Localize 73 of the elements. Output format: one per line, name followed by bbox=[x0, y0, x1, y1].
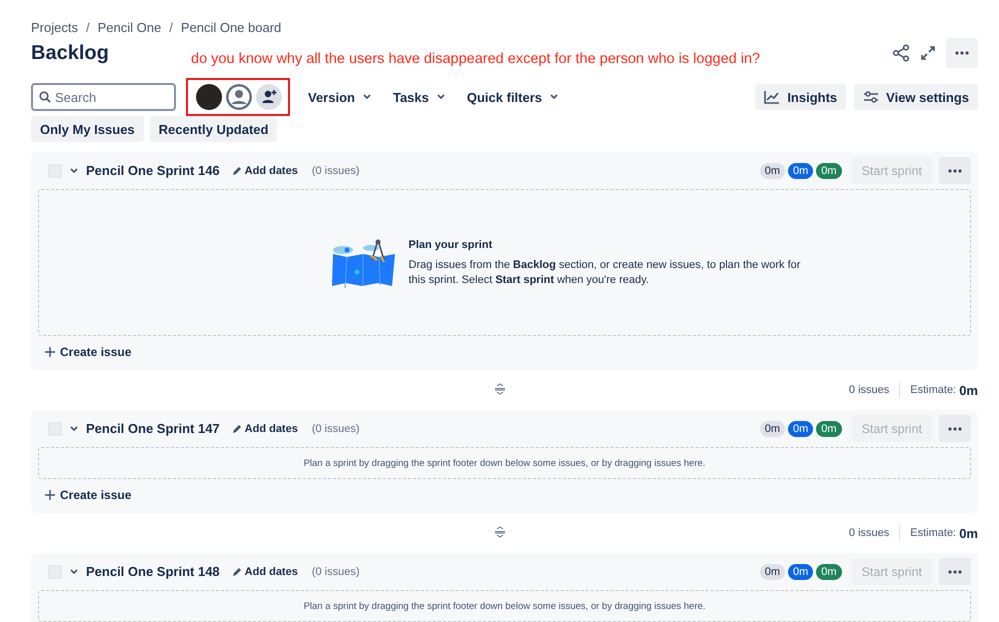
chevron-down-icon[interactable] bbox=[70, 168, 78, 174]
drag-handle-icon[interactable] bbox=[494, 382, 506, 394]
more-button[interactable] bbox=[939, 558, 971, 585]
estimate-badge: 0m bbox=[816, 162, 842, 178]
user-avatar[interactable] bbox=[196, 84, 222, 110]
more-icon bbox=[948, 570, 962, 574]
sliders-icon bbox=[863, 90, 880, 104]
estimate-label: Estimate: bbox=[910, 384, 956, 396]
sprint-name: Pencil One Sprint 146 bbox=[86, 163, 220, 178]
add-dates-button[interactable]: Add dates bbox=[232, 566, 298, 578]
more-icon bbox=[948, 426, 962, 430]
more-button[interactable] bbox=[939, 415, 971, 442]
search-field[interactable]: Search bbox=[31, 83, 176, 111]
filter-dropdown[interactable]: Quick filters bbox=[462, 90, 570, 104]
chevron-down-icon bbox=[362, 94, 371, 100]
add-dates-button[interactable]: Add dates bbox=[232, 164, 298, 176]
chevron-down-icon[interactable] bbox=[70, 568, 78, 574]
empty-state-title: Plan your sprint bbox=[408, 238, 494, 252]
issue-total: 0 issues bbox=[848, 384, 890, 396]
pencil-icon bbox=[232, 166, 242, 176]
more-button[interactable] bbox=[946, 38, 978, 68]
estimate-badge: 0m bbox=[788, 564, 814, 580]
quick-filter-button[interactable]: Recently Updated bbox=[150, 116, 278, 142]
estimate-value: 0m bbox=[959, 382, 978, 398]
chart-icon bbox=[764, 90, 780, 104]
plus-icon bbox=[45, 347, 55, 357]
share-icon[interactable] bbox=[892, 44, 910, 62]
map-drawing bbox=[330, 238, 396, 288]
issue-count: (0 issues) bbox=[312, 164, 360, 176]
page-title: Backlog bbox=[31, 42, 110, 64]
breadcrumb-separator: / bbox=[86, 20, 90, 34]
drop-zone-text: Plan a sprint by dragging the sprint footer down below some issues, or by dragging issues here. bbox=[304, 600, 706, 612]
estimate-value: 0m bbox=[959, 526, 978, 540]
sprint-name: Pencil One Sprint 148 bbox=[86, 564, 220, 579]
chevron-down-icon bbox=[436, 94, 445, 100]
estimate-badge: 0m bbox=[788, 162, 814, 178]
estimate-label: Estimate: bbox=[910, 527, 956, 539]
issue-count: (0 issues) bbox=[312, 566, 360, 578]
expand-icon[interactable] bbox=[920, 45, 936, 61]
estimate-badge: 0m bbox=[816, 420, 842, 436]
breadcrumb-link[interactable]: Pencil One bbox=[98, 20, 162, 34]
chevron-down-icon bbox=[550, 94, 558, 100]
plus-icon bbox=[45, 490, 55, 500]
sprint-name: Pencil One Sprint 147 bbox=[86, 421, 220, 436]
filter-dropdown[interactable]: Tasks bbox=[388, 90, 457, 104]
annotation-text: do you know why all the users have disappeared except for the person who is logged in? bbox=[191, 51, 760, 67]
issue-count: (0 issues) bbox=[312, 422, 360, 434]
estimate-badge: 0m bbox=[760, 420, 785, 436]
breadcrumb-link[interactable]: Projects bbox=[31, 20, 78, 34]
estimate-badge: 0m bbox=[760, 564, 785, 580]
issue-total: 0 issues bbox=[848, 527, 890, 539]
add-dates-button[interactable]: Add dates bbox=[232, 422, 298, 434]
create-issue-button[interactable]: Create issue bbox=[45, 488, 132, 502]
filter-dropdown[interactable]: Version bbox=[304, 90, 383, 104]
insights-button[interactable]: Insights bbox=[755, 84, 846, 110]
breadcrumb-link[interactable]: Pencil One board bbox=[180, 20, 282, 34]
pencil-icon bbox=[232, 424, 242, 434]
more-button[interactable] bbox=[939, 157, 971, 184]
more-icon bbox=[955, 51, 969, 55]
chevron-down-icon[interactable] bbox=[70, 426, 78, 432]
quick-filter-button[interactable]: Only My Issues bbox=[31, 116, 144, 142]
empty-state-text: Drag issues from the Backlog section, or create new issues, to plan the work for this sprint. Select Start sprint when you're ready. bbox=[408, 258, 802, 288]
drop-zone-text: Plan a sprint by dragging the sprint footer down below some issues, or by dragging issues here. bbox=[304, 458, 706, 468]
create-issue-button[interactable]: Create issue bbox=[45, 345, 132, 359]
drag-handle-icon[interactable] bbox=[494, 526, 506, 538]
view-settings-button[interactable]: View settings bbox=[854, 84, 978, 110]
estimate-badge: 0m bbox=[816, 564, 842, 580]
breadcrumb-separator: / bbox=[169, 20, 173, 34]
estimate-badge: 0m bbox=[760, 162, 785, 178]
more-icon bbox=[948, 168, 962, 172]
add-person-icon[interactable] bbox=[256, 84, 282, 110]
pencil-icon bbox=[232, 566, 242, 576]
estimate-badge: 0m bbox=[788, 420, 814, 436]
